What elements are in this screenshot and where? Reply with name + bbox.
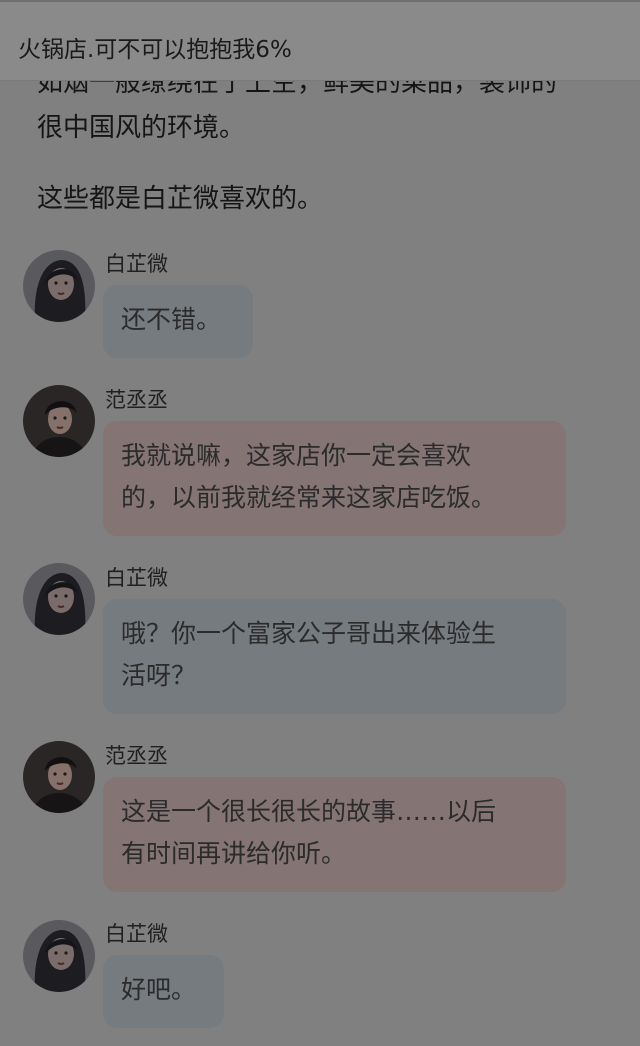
- message-text: 哦？你一个富家公子哥出来体验生: [121, 619, 497, 648]
- message-text: 这是一个很长很长的故事……以后: [121, 797, 497, 826]
- top-bar: 火锅店.可不可以抱抱我6%: [0, 0, 640, 80]
- sender-name: 白芷微: [105, 922, 168, 946]
- message-text: 还不错。: [121, 305, 222, 334]
- message-bubble: 我就说嘛，这家店你一定会喜欢 的，以前我就经常来这家店吃饭。: [103, 421, 566, 536]
- narration-line: 这些都是白芷微喜欢的。: [37, 184, 324, 214]
- sender-name: 白芷微: [105, 252, 168, 276]
- male-avatar[interactable]: [23, 741, 95, 813]
- message-text: 的，以前我就经常来这家店吃饭。: [121, 483, 497, 512]
- message-text: 活呀？: [121, 661, 197, 690]
- female-avatar[interactable]: [23, 920, 95, 992]
- chat-content: 如烟一般缭绕在了上空，鲜美的菜品，装饰的 很中国风的环境。 这些都是白芷微喜欢的…: [0, 0, 640, 1046]
- male-avatar[interactable]: [23, 385, 95, 457]
- message-text: 我就说嘛，这家店你一定会喜欢: [121, 441, 472, 470]
- message-bubble: 哦？你一个富家公子哥出来体验生 活呀？: [103, 599, 566, 714]
- sender-name: 范丞丞: [105, 744, 168, 768]
- sender-name: 白芷微: [105, 566, 168, 590]
- female-avatar[interactable]: [23, 563, 95, 635]
- message-text: 有时间再讲给你听。: [121, 839, 347, 868]
- narration-line: 很中国风的环境。: [37, 113, 246, 143]
- female-avatar[interactable]: [23, 250, 95, 322]
- message-bubble: 好吧。: [103, 955, 224, 1028]
- message-bubble: 这是一个很长很长的故事……以后 有时间再讲给你听。: [103, 777, 566, 892]
- message-text: 好吧。: [121, 975, 197, 1004]
- sender-name: 范丞丞: [105, 388, 168, 412]
- message-bubble: 还不错。: [103, 285, 253, 358]
- page-title[interactable]: 火锅店.可不可以抱抱我6%: [18, 30, 292, 64]
